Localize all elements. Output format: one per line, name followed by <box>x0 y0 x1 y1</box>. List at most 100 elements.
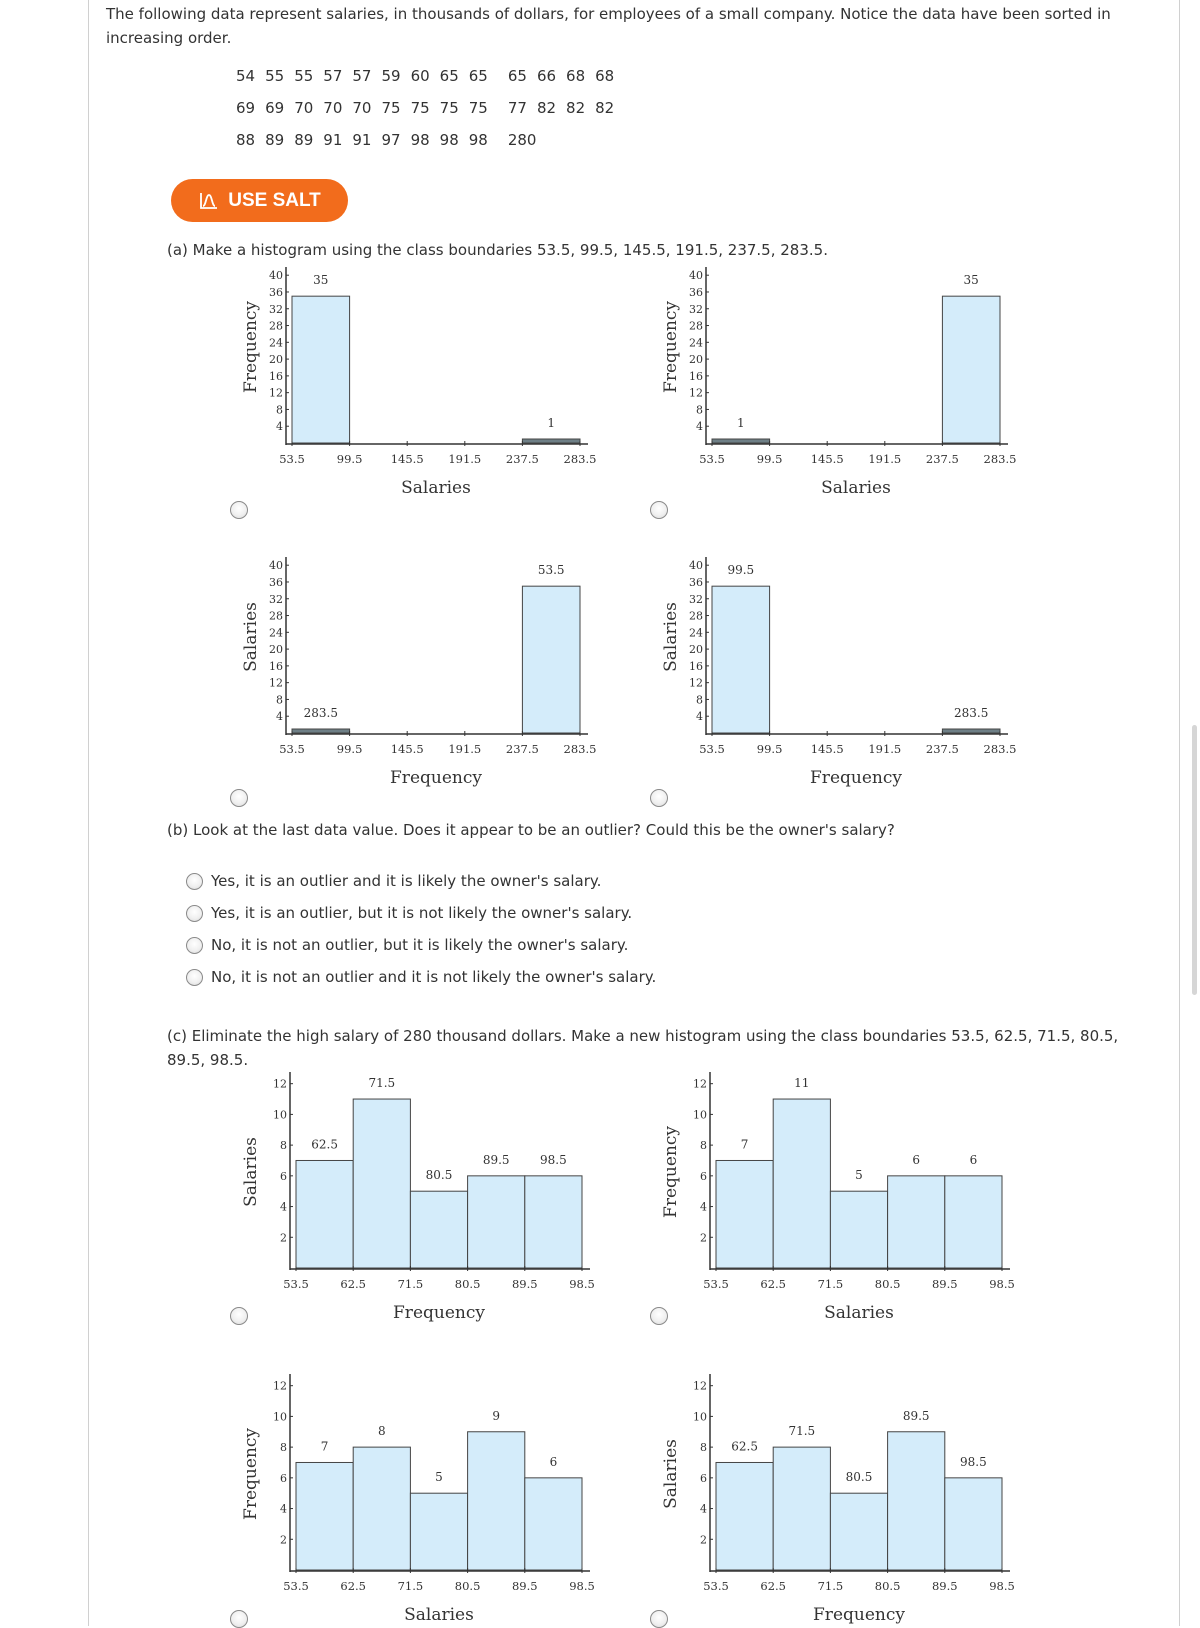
radio-b-1[interactable] <box>186 872 203 890</box>
bar-data-label: 9 <box>492 1409 500 1423</box>
y-tick-label: 12 <box>689 387 703 400</box>
salary-value: 75 <box>381 99 401 117</box>
histogram-bar <box>829 1492 889 1571</box>
y-tick-label: 36 <box>269 576 283 589</box>
y-tick-label: 4 <box>700 1503 707 1516</box>
part-b-prompt: (b) Look at the last data value. Does it… <box>167 821 895 839</box>
bar-data-label: 98.5 <box>540 1153 567 1167</box>
salary-value: 55 <box>294 67 314 85</box>
bar-data-label: 62.5 <box>731 1439 758 1453</box>
x-tick-label: 71.5 <box>818 1277 844 1291</box>
radio-option-c2[interactable] <box>650 1307 668 1325</box>
histogram-option-c2: 2 4 6 8 10 12 7 11 5 6 6 53.5 62.5 71.5 80.5 89.5 98.5 Sa… <box>661 1072 1015 1323</box>
y-tick-label: 12 <box>693 1078 707 1091</box>
part-b-choice-4[interactable]: No, it is not an outlier and it is not l… <box>186 968 656 986</box>
radio-option-c4[interactable] <box>650 1610 668 1628</box>
x-tick-label: 80.5 <box>455 1277 481 1291</box>
x-tick-label: 99.5 <box>337 452 363 466</box>
x-tick-label: 237.5 <box>506 742 539 756</box>
radio-b-4[interactable] <box>186 968 203 986</box>
salary-value: 82 <box>566 99 586 117</box>
histogram-bar <box>409 1190 469 1269</box>
page-scrollbar[interactable] <box>1192 725 1197 995</box>
part-c-prompt: (c) Eliminate the high salary of 280 tho… <box>167 1027 1119 1069</box>
y-tick-label: 8 <box>280 1441 287 1454</box>
x-tick-label: 62.5 <box>340 1277 366 1291</box>
y-tick-label: 40 <box>269 269 283 282</box>
part-b-choice-3[interactable]: No, it is not an outlier, but it is like… <box>186 936 628 954</box>
y-axis-title: Frequency <box>241 301 261 393</box>
x-tick-label: 99.5 <box>757 452 783 466</box>
radio-option-c1[interactable] <box>230 1307 248 1325</box>
x-tick-label: 99.5 <box>337 742 363 756</box>
y-tick-label: 32 <box>269 303 283 316</box>
x-tick-label: 237.5 <box>926 452 959 466</box>
x-tick-label: 62.5 <box>760 1277 786 1291</box>
salary-value: 89 <box>294 131 314 149</box>
radio-option-a3[interactable] <box>230 789 248 807</box>
y-tick-label: 40 <box>269 559 283 572</box>
x-tick-label: 98.5 <box>569 1277 595 1291</box>
histogram-bar <box>715 1159 774 1269</box>
x-tick-label: 98.5 <box>989 1277 1015 1291</box>
use-salt-button[interactable]: USE SALT <box>171 179 348 222</box>
salary-data-row-2: 69 69 70 70 70 75 75 75 75 77 82 82 82 <box>236 99 624 117</box>
y-tick-label: 12 <box>693 1380 707 1393</box>
y-tick-label: 20 <box>689 353 703 366</box>
histogram-bar <box>295 1461 354 1571</box>
y-tick-label: 16 <box>269 370 283 383</box>
y-tick-label: 32 <box>689 593 703 606</box>
salary-value: 60 <box>410 67 430 85</box>
x-tick-label: 283.5 <box>984 452 1017 466</box>
y-tick-label: 6 <box>700 1472 707 1485</box>
y-axis-title: Salaries <box>241 602 261 672</box>
x-axis-title: Frequency <box>393 1303 485 1323</box>
radio-option-a4[interactable] <box>650 789 668 807</box>
problem-intro: The following data represent salaries, i… <box>106 5 1111 47</box>
histogram-bar <box>467 1431 526 1571</box>
y-axis-title: Salaries <box>661 1439 681 1509</box>
bar-data-label: 89.5 <box>903 1409 930 1423</box>
x-axis-title: Salaries <box>824 1303 894 1323</box>
radio-option-c3[interactable] <box>230 1610 248 1628</box>
y-axis-title: Frequency <box>241 1428 261 1520</box>
x-tick-label: 62.5 <box>340 1579 366 1593</box>
histogram-bar <box>711 438 771 444</box>
salary-data-row-1: 54 55 55 57 57 59 60 65 65 65 66 68 68 <box>236 67 624 85</box>
salary-value: 65 <box>439 67 459 85</box>
y-tick-label: 16 <box>689 370 703 383</box>
radio-b-3[interactable] <box>186 936 203 954</box>
bar-data-label: 53.5 <box>538 563 565 577</box>
histogram-bar <box>291 728 351 734</box>
histogram-bar <box>944 1477 1003 1571</box>
histogram-option-c4: 2 4 6 8 10 12 62.5 71.5 80.5 89.5 98.5 53.5 62.5 71.5… <box>661 1374 1015 1625</box>
part-b-choice-1[interactable]: Yes, it is an outlier and it is likely t… <box>186 872 601 890</box>
histogram-bar <box>291 295 351 444</box>
y-tick-label: 36 <box>269 286 283 299</box>
bar-data-label: 5 <box>855 1168 863 1182</box>
y-tick-label: 8 <box>700 1139 707 1152</box>
choice-label: No, it is not an outlier and it is not l… <box>211 968 657 986</box>
y-tick-label: 8 <box>280 1139 287 1152</box>
y-axis-title: Frequency <box>661 1126 681 1218</box>
bar-data-label: 283.5 <box>304 706 338 720</box>
bar-data-label: 98.5 <box>960 1455 987 1469</box>
x-tick-label: 283.5 <box>564 742 597 756</box>
y-tick-label: 12 <box>689 677 703 690</box>
y-tick-label: 36 <box>689 576 703 589</box>
radio-option-a1[interactable] <box>230 501 248 519</box>
part-b-choice-2[interactable]: Yes, it is an outlier, but it is not lik… <box>186 904 632 922</box>
y-tick-label: 4 <box>276 420 283 433</box>
y-tick-label: 24 <box>689 626 703 639</box>
histogram-option-a2: 4 8 12 16 20 24 28 32 36 40 1 35 53.5 99.5 145.5 191.5 2… <box>661 267 1017 498</box>
bar-data-label: 1 <box>737 416 745 430</box>
histogram-bar <box>352 1098 411 1269</box>
x-tick-label: 145.5 <box>391 452 424 466</box>
radio-option-a2[interactable] <box>650 501 668 519</box>
x-axis-title: Frequency <box>390 768 482 788</box>
salary-value: 91 <box>352 131 372 149</box>
y-tick-label: 16 <box>689 660 703 673</box>
bar-data-label: 7 <box>741 1137 749 1151</box>
histogram-option-c3: 2 4 6 8 10 12 7 8 5 9 6 53.5 62.5 71.5 80.5 89.5 98.5 Sal… <box>241 1374 595 1625</box>
radio-b-2[interactable] <box>186 904 203 922</box>
